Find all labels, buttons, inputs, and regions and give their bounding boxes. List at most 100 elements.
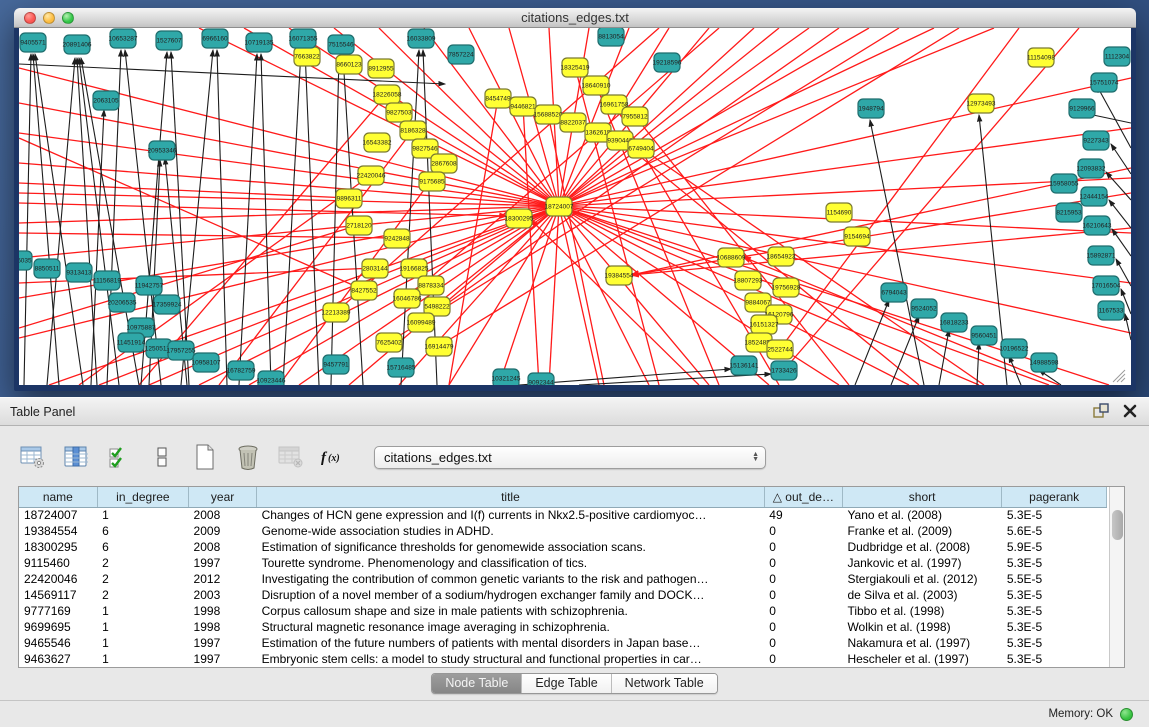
graph-node[interactable]: 18640910 [582,76,611,95]
table-row[interactable]: 2242004622012Investigating the contribut… [19,571,1107,587]
table-vertical-scrollbar[interactable] [1109,487,1124,667]
tab-edge-table[interactable]: Edge Table [522,674,611,693]
tab-network-table[interactable]: Network Table [612,674,717,693]
close-panel-icon[interactable] [1123,404,1137,418]
column-header-name[interactable]: name [19,487,97,507]
graph-node[interactable]: 19384554 [605,266,634,285]
graph-node[interactable]: 16210643 [1083,216,1112,235]
table-row[interactable]: 911546021997Tourette syndrome. Phenomeno… [19,555,1107,571]
graph-node[interactable]: 10719135 [245,33,274,52]
graph-node[interactable]: 16151327 [750,315,779,334]
graph-node[interactable]: 11154098 [1027,48,1055,67]
graph-node[interactable]: 9827503 [386,103,412,122]
graph-node[interactable]: 18807293 [734,271,763,290]
graph-node[interactable]: 19756928 [772,278,801,297]
graph-node[interactable]: 9457791 [323,355,349,374]
graph-node[interactable]: 1733426 [771,361,797,380]
graph-node[interactable]: 12444154 [1080,187,1109,206]
canvas-resize-grip[interactable] [1121,378,1125,382]
graph-node[interactable]: 10653287 [109,29,138,48]
graph-node[interactable]: 15136141 [730,356,759,375]
table-row[interactable]: 1456911722003Disruption of a novel membe… [19,587,1107,603]
delete-columns-button[interactable] [233,442,263,472]
graph-node[interactable]: 9227343 [1083,131,1109,150]
graph-node[interactable]: 9560451 [971,326,997,345]
graph-node[interactable]: 10321245 [492,369,521,385]
graph-node[interactable]: 15751074 [1090,73,1119,92]
graph-node[interactable]: 9154694 [844,227,870,246]
graph-node[interactable]: 22420046 [357,166,386,185]
graph-node[interactable]: 12093832 [1077,159,1106,178]
graph-node[interactable]: 8215953 [1056,203,1082,222]
column-header-title[interactable]: title [257,487,765,507]
graph-node[interactable]: 14988598 [1030,353,1059,372]
graph-node[interactable]: 9242848 [384,229,410,248]
graph-node[interactable]: 2522744 [767,340,793,359]
graph-node[interactable]: 16782759 [227,361,256,380]
graph-node[interactable]: 17016504 [1092,276,1121,295]
graph-node[interactable]: 16818233 [940,313,969,332]
graph-node[interactable]: 15958055 [1050,174,1079,193]
graph-node[interactable]: 15688520 [534,105,563,124]
graph-node[interactable]: 7955812 [622,107,648,126]
canvas-resize-grip[interactable] [1117,374,1125,382]
column-header-out_de[interactable]: △ out_de… [764,487,842,507]
graph-node[interactable]: 8660123 [336,55,362,74]
graph-node[interactable]: 16046786 [393,289,422,308]
table-settings-button[interactable] [18,442,48,472]
graph-node[interactable]: 10958107 [192,353,221,372]
tab-node-table[interactable]: Node Table [432,674,522,693]
graph-node[interactable]: 17957255 [167,341,196,360]
graph-node[interactable]: 8850511 [34,259,60,278]
network-view[interactable]: 7663822866012389129551822605898275038186… [14,28,1136,391]
graph-node[interactable]: 9092344 [528,373,554,385]
graph-node[interactable]: 1527607 [156,31,182,50]
function-builder-button[interactable]: f (x) [319,442,349,472]
table-row[interactable]: 946362711997Embryonic stem cells: a mode… [19,651,1107,667]
table-row[interactable]: 977716911998Corpus callosum shape and si… [19,603,1107,619]
graph-node[interactable]: 10688609 [717,248,746,267]
table-source-select[interactable]: citations_edges.txt ▲▼ [374,446,766,469]
graph-node[interactable]: 1167533 [1098,301,1124,320]
graph-node[interactable]: 9129966 [1069,99,1095,118]
graph-node[interactable]: 7515546 [328,35,354,54]
graph-node[interactable]: 17359924 [153,295,182,314]
scrollbar-thumb[interactable] [1112,510,1123,540]
graph-node[interactable]: 8186328 [400,121,426,140]
table-row[interactable]: 1938455462009Genome-wide association stu… [19,523,1107,539]
graph-node[interactable]: 19166825 [400,259,429,278]
delete-table-button[interactable] [276,442,306,472]
graph-node[interactable]: 10196522 [1000,339,1029,358]
graph-node[interactable]: 1948794 [858,99,884,118]
graph-node[interactable]: 6794043 [881,283,907,302]
citation-network-canvas[interactable]: 7663822866012389129551822605898275038186… [19,28,1131,385]
graph-node[interactable]: 16071355 [289,29,318,48]
column-header-short[interactable]: short [842,487,1001,507]
graph-node[interactable]: 8427552 [351,281,377,300]
graph-node[interactable]: 20206535 [108,293,137,312]
window-titlebar[interactable]: citations_edges.txt [14,8,1136,28]
graph-node[interactable]: 9405571 [20,33,46,52]
column-header-year[interactable]: year [189,487,257,507]
graph-node[interactable]: 18300295 [505,209,534,228]
graph-node[interactable]: 16099489 [407,313,436,332]
graph-node[interactable]: 18654923 [767,247,796,266]
graph-node[interactable]: 18325419 [561,58,590,77]
graph-node[interactable]: 8878334 [418,276,444,295]
table-row[interactable]: 1872400712008Changes of HCN gene express… [19,507,1107,523]
graph-node[interactable]: 6966160 [202,29,228,48]
graph-node[interactable]: 16033809 [407,29,436,48]
graph-node[interactable]: 2803144 [362,259,388,278]
graph-node[interactable]: 16543382 [363,133,392,152]
graph-node[interactable]: 1154690 [826,203,852,222]
column-header-pagerank[interactable]: pagerank [1002,487,1107,507]
graph-node[interactable]: 11156819 [93,271,121,290]
graph-node[interactable]: 9446821 [510,97,536,116]
graph-node[interactable]: 9345035 [19,251,32,270]
graph-node[interactable]: 15892871 [1087,246,1116,265]
graph-node[interactable]: 8454749 [485,89,511,108]
row-height-button[interactable] [147,442,177,472]
graph-node[interactable]: 11942757 [135,276,164,295]
graph-node[interactable]: 12213389 [322,303,351,322]
graph-node[interactable]: 20953346 [148,141,177,160]
